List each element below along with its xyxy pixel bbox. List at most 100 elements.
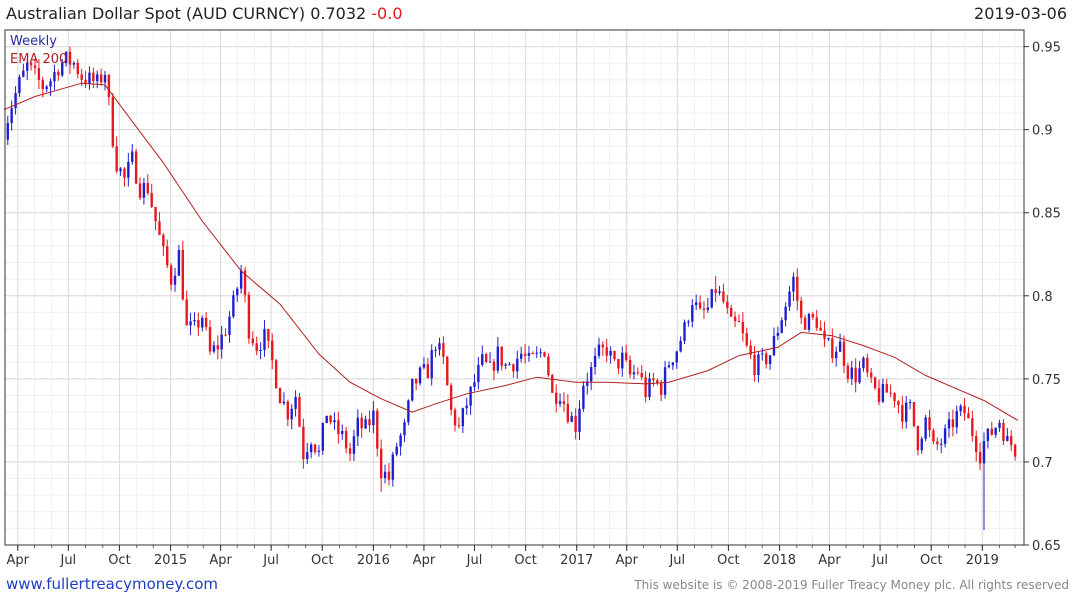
candle-body <box>928 417 931 431</box>
candle-body <box>613 350 616 360</box>
candle-body <box>325 415 328 424</box>
website-link[interactable]: www.fullertreacymoney.com <box>6 575 218 593</box>
candle-body <box>212 345 216 352</box>
candle-body <box>1002 423 1005 441</box>
candle-body <box>772 335 776 356</box>
x-tick-label: 2015 <box>154 553 187 568</box>
candle-body <box>376 410 379 449</box>
candle-body <box>368 419 371 426</box>
y-tick-label: 0.95 <box>1032 41 1061 56</box>
candle-body <box>835 351 838 359</box>
candle-body <box>166 246 169 266</box>
candle-body <box>37 68 41 80</box>
candle-body <box>49 81 52 87</box>
candle-body <box>796 276 799 301</box>
candle-body <box>683 322 686 341</box>
candle-body <box>18 76 21 94</box>
candle-body <box>947 419 951 429</box>
y-tick-label: 0.65 <box>1032 539 1061 554</box>
candle-body <box>150 193 153 207</box>
candle-body <box>757 354 760 376</box>
x-tick-label: Oct <box>717 553 739 568</box>
candle-body <box>204 317 208 328</box>
candle-body <box>286 401 290 420</box>
candle-body <box>698 302 702 309</box>
candle-body <box>414 378 418 384</box>
candle-body <box>842 341 846 366</box>
candle-body <box>718 291 721 293</box>
candle-body <box>352 436 356 454</box>
x-tick-label: Apr <box>615 553 638 568</box>
candle-body <box>298 397 301 427</box>
candle-body <box>488 361 492 363</box>
candle-body <box>309 444 313 453</box>
candle-body <box>512 364 515 372</box>
candle-body <box>236 288 239 296</box>
candle-body <box>173 275 177 285</box>
candle-body <box>294 397 297 409</box>
candle-body <box>846 365 850 379</box>
candle-body <box>442 343 445 357</box>
candle-body <box>601 344 605 348</box>
frequency-label: Weekly <box>10 34 57 49</box>
candle-body <box>640 372 643 378</box>
candle-body <box>519 353 523 359</box>
candle-body <box>671 362 675 366</box>
candle-body <box>792 276 795 292</box>
candle-body <box>617 359 620 369</box>
candle-body <box>710 289 713 308</box>
candle-body <box>687 321 690 323</box>
candle-body <box>302 426 305 460</box>
candle-body <box>870 372 873 378</box>
candle-body <box>597 344 601 356</box>
candle-body <box>80 74 83 80</box>
candle-body <box>971 418 974 437</box>
candle-body <box>994 427 997 435</box>
candle-body <box>123 168 126 178</box>
candle-body <box>208 327 212 352</box>
candle-body <box>516 358 519 372</box>
candle-body <box>220 334 223 350</box>
candle-body <box>547 356 550 376</box>
y-tick-label: 0.9 <box>1032 124 1053 139</box>
candle-body <box>916 426 920 451</box>
candle-body <box>706 307 710 310</box>
candle-body <box>53 72 56 82</box>
candle-body <box>259 349 262 351</box>
candle-body <box>850 367 853 379</box>
candle-body <box>131 151 134 162</box>
candle-body <box>500 346 503 366</box>
candle-body <box>263 329 266 350</box>
candle-body <box>912 401 916 427</box>
candle-body <box>624 352 628 360</box>
candle-body <box>411 378 414 401</box>
x-tick-label: Apr <box>7 553 30 568</box>
candle-body <box>154 206 157 222</box>
candle-body <box>963 405 966 414</box>
candle-body <box>379 448 383 479</box>
candle-body <box>593 355 597 368</box>
candle-body <box>998 423 1001 428</box>
candle-body <box>271 340 274 361</box>
candle-body <box>780 320 783 333</box>
candle-body <box>702 308 706 310</box>
candle-body <box>57 72 60 76</box>
candle-body <box>990 428 993 435</box>
candle-body <box>14 93 17 109</box>
candle-body <box>648 378 651 398</box>
candle-body <box>737 321 741 323</box>
candle-body <box>815 317 818 328</box>
candle-body <box>940 443 943 445</box>
candle-body <box>729 307 733 317</box>
candle-body <box>827 338 830 340</box>
candle-body <box>659 383 663 395</box>
candle-body <box>201 317 204 328</box>
candle-body <box>372 410 375 426</box>
y-tick-label: 0.8 <box>1032 290 1053 305</box>
candle-body <box>967 413 970 419</box>
candle-body <box>807 313 811 330</box>
candle-body <box>473 382 476 387</box>
candle-body <box>589 367 593 382</box>
candle-body <box>430 350 433 379</box>
candle-body <box>465 405 468 409</box>
